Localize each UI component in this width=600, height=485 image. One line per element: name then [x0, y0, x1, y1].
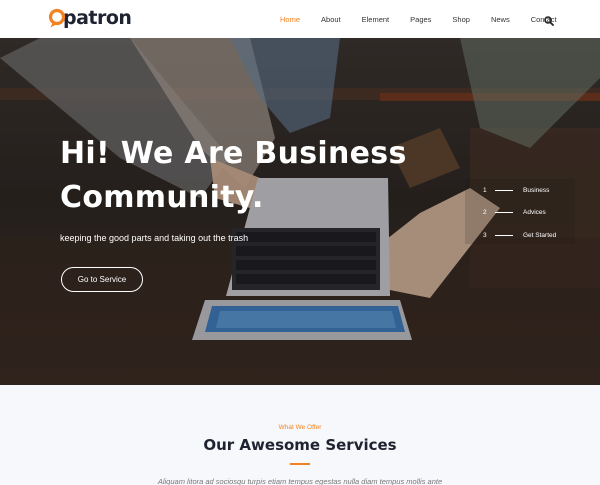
nav-pages[interactable]: Pages [410, 15, 431, 24]
slide-number: 3 [483, 231, 487, 239]
nav-shop[interactable]: Shop [452, 15, 470, 24]
slider-nav: 1 Business 2 Advices 3 Get Started [465, 179, 575, 244]
hero-subtitle: keeping the good parts and taking out th… [60, 233, 249, 243]
hero-title: Hi! We Are Business Community. [60, 132, 460, 220]
go-to-service-button[interactable]: Go to Service [61, 267, 143, 292]
nav-news[interactable]: News [491, 15, 510, 24]
nav-about[interactable]: About [321, 15, 341, 24]
services-description: Aliquam litora ad sociosqu turpis etiam … [157, 477, 443, 485]
nav-element[interactable]: Element [362, 15, 390, 24]
slide-divider [495, 211, 513, 213]
title-underline [290, 463, 310, 465]
slide-divider [495, 189, 513, 191]
slide-label: Business [523, 186, 550, 194]
search-icon[interactable] [544, 13, 554, 26]
slide-nav-item-1[interactable]: 1 Business [483, 185, 549, 195]
slide-number: 2 [483, 208, 487, 216]
slide-label: Advices [523, 208, 546, 216]
logo[interactable]: patron [48, 7, 132, 29]
slide-nav-item-2[interactable]: 2 Advices [483, 207, 546, 217]
slide-nav-item-3[interactable]: 3 Get Started [483, 230, 556, 240]
services-kicker: What We Offer [278, 424, 322, 431]
hero-section: Hi! We Are Business Community. keeping t… [0, 38, 600, 385]
main-nav: Home About Element Pages Shop News Conta… [280, 0, 578, 38]
services-title: Our Awesome Services [203, 436, 397, 454]
slide-label: Get Started [523, 231, 557, 239]
logo-text: patron [63, 7, 132, 29]
hero-title-line-2: Community. [60, 180, 264, 215]
hero-title-line-1: Hi! We Are Business [60, 136, 407, 171]
services-section: What We Offer Our Awesome Services Aliqu… [0, 385, 600, 485]
site-header: patron Home About Element Pages Shop New… [0, 0, 600, 38]
logo-mark-icon [48, 8, 66, 28]
slide-number: 1 [483, 186, 487, 194]
nav-home[interactable]: Home [280, 15, 300, 24]
slide-divider [495, 234, 513, 236]
